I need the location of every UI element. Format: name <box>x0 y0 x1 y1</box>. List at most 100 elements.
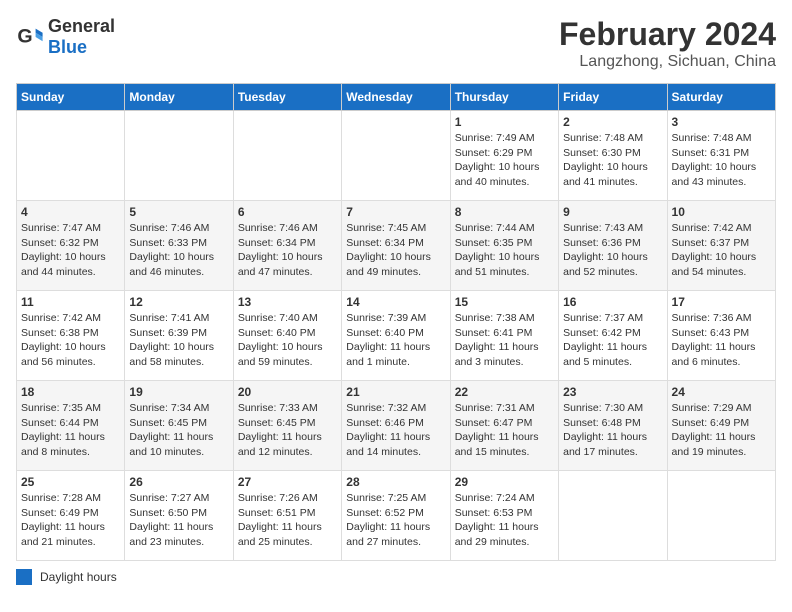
day-number: 4 <box>21 205 120 219</box>
day-info: Sunrise: 7:32 AM Sunset: 6:46 PM Dayligh… <box>346 401 445 460</box>
calendar-week-row: 11 Sunrise: 7:42 AM Sunset: 6:38 PM Dayli… <box>17 291 776 381</box>
day-info: Sunrise: 7:33 AM Sunset: 6:45 PM Dayligh… <box>238 401 337 460</box>
day-info: Sunrise: 7:34 AM Sunset: 6:45 PM Dayligh… <box>129 401 228 460</box>
day-number: 26 <box>129 475 228 489</box>
day-number: 16 <box>563 295 662 309</box>
day-info: Sunrise: 7:41 AM Sunset: 6:39 PM Dayligh… <box>129 311 228 370</box>
calendar-cell: 9Sunrise: 7:43 AM Sunset: 6:36 PM Daylig… <box>559 201 667 291</box>
calendar-cell <box>342 111 450 201</box>
calendar-cell: 1 Sunrise: 7:49 AM Sunset: 6:29 PM Daylig… <box>450 111 558 201</box>
day-number: 14 <box>346 295 445 309</box>
day-number: 27 <box>238 475 337 489</box>
day-number: 24 <box>672 385 771 399</box>
day-info: Sunrise: 7:24 AM Sunset: 6:53 PM Dayligh… <box>455 491 554 550</box>
day-info: Sunrise: 7:40 AM Sunset: 6:40 PM Dayligh… <box>238 311 337 370</box>
day-info: Sunrise: 7:46 AM Sunset: 6:33 PM Dayligh… <box>129 221 228 280</box>
day-info: Sunrise: 7:39 AM Sunset: 6:40 PM Dayligh… <box>346 311 445 370</box>
weekday-header: Sunday <box>17 84 125 111</box>
day-number: 23 <box>563 385 662 399</box>
main-title: February 2024 <box>559 16 776 53</box>
weekday-header: Friday <box>559 84 667 111</box>
calendar-cell: 18Sunrise: 7:35 AM Sunset: 6:44 PM Dayli… <box>17 381 125 471</box>
day-number: 15 <box>455 295 554 309</box>
day-info: Sunrise: 7:49 AM Sunset: 6:29 PM Dayligh… <box>455 131 554 190</box>
day-info: Sunrise: 7:31 AM Sunset: 6:47 PM Dayligh… <box>455 401 554 460</box>
day-number: 28 <box>346 475 445 489</box>
logo-blue: Blue <box>48 37 87 57</box>
day-number: 7 <box>346 205 445 219</box>
daylight-bar-icon <box>16 569 32 585</box>
calendar-cell: 27Sunrise: 7:26 AM Sunset: 6:51 PM Dayli… <box>233 471 341 561</box>
calendar-cell: 8 Sunrise: 7:44 AM Sunset: 6:35 PM Daylig… <box>450 201 558 291</box>
calendar-cell: 13Sunrise: 7:40 AM Sunset: 6:40 PM Dayli… <box>233 291 341 381</box>
calendar-cell <box>667 471 775 561</box>
logo: G General Blue <box>16 16 115 58</box>
title-area: February 2024 Langzhong, Sichuan, China <box>559 16 776 71</box>
day-number: 5 <box>129 205 228 219</box>
weekday-header: Saturday <box>667 84 775 111</box>
day-number: 2 <box>563 115 662 129</box>
calendar-table: SundayMondayTuesdayWednesdayThursdayFrid… <box>16 83 776 561</box>
calendar-cell: 6 Sunrise: 7:46 AM Sunset: 6:34 PM Daylig… <box>233 201 341 291</box>
calendar-cell: 25 Sunrise: 7:28 AM Sunset: 6:49 PM Dayli… <box>17 471 125 561</box>
calendar-cell: 21Sunrise: 7:32 AM Sunset: 6:46 PM Dayli… <box>342 381 450 471</box>
day-number: 19 <box>129 385 228 399</box>
day-number: 1 <box>455 115 554 129</box>
calendar-cell: 14 Sunrise: 7:39 AM Sunset: 6:40 PM Dayli… <box>342 291 450 381</box>
day-number: 20 <box>238 385 337 399</box>
calendar-cell: 22 Sunrise: 7:31 AM Sunset: 6:47 PM Dayli… <box>450 381 558 471</box>
day-number: 12 <box>129 295 228 309</box>
weekday-header: Tuesday <box>233 84 341 111</box>
header: G General Blue February 2024 Langzhong, … <box>16 16 776 71</box>
day-info: Sunrise: 7:30 AM Sunset: 6:48 PM Dayligh… <box>563 401 662 460</box>
daylight-label: Daylight hours <box>40 570 117 584</box>
calendar-cell: 3 Sunrise: 7:48 AM Sunset: 6:31 PM Daylig… <box>667 111 775 201</box>
calendar-cell: 16 Sunrise: 7:37 AM Sunset: 6:42 PM Dayli… <box>559 291 667 381</box>
day-number: 25 <box>21 475 120 489</box>
day-number: 8 <box>455 205 554 219</box>
day-info: Sunrise: 7:47 AM Sunset: 6:32 PM Dayligh… <box>21 221 120 280</box>
day-info: Sunrise: 7:25 AM Sunset: 6:52 PM Dayligh… <box>346 491 445 550</box>
day-info: Sunrise: 7:35 AM Sunset: 6:44 PM Dayligh… <box>21 401 120 460</box>
calendar-cell: 4 Sunrise: 7:47 AM Sunset: 6:32 PM Daylig… <box>17 201 125 291</box>
day-number: 6 <box>238 205 337 219</box>
day-info: Sunrise: 7:48 AM Sunset: 6:30 PM Dayligh… <box>563 131 662 190</box>
weekday-header: Wednesday <box>342 84 450 111</box>
weekday-header: Thursday <box>450 84 558 111</box>
calendar-cell: 11 Sunrise: 7:42 AM Sunset: 6:38 PM Dayli… <box>17 291 125 381</box>
day-info: Sunrise: 7:28 AM Sunset: 6:49 PM Dayligh… <box>21 491 120 550</box>
calendar-cell: 19 Sunrise: 7:34 AM Sunset: 6:45 PM Dayli… <box>125 381 233 471</box>
weekday-header: Monday <box>125 84 233 111</box>
day-info: Sunrise: 7:29 AM Sunset: 6:49 PM Dayligh… <box>672 401 771 460</box>
day-info: Sunrise: 7:48 AM Sunset: 6:31 PM Dayligh… <box>672 131 771 190</box>
calendar-week-row: 25 Sunrise: 7:28 AM Sunset: 6:49 PM Dayli… <box>17 471 776 561</box>
calendar-week-row: 4 Sunrise: 7:47 AM Sunset: 6:32 PM Daylig… <box>17 201 776 291</box>
day-info: Sunrise: 7:37 AM Sunset: 6:42 PM Dayligh… <box>563 311 662 370</box>
sub-title: Langzhong, Sichuan, China <box>559 53 776 71</box>
calendar-cell <box>559 471 667 561</box>
day-number: 11 <box>21 295 120 309</box>
day-info: Sunrise: 7:46 AM Sunset: 6:34 PM Dayligh… <box>238 221 337 280</box>
day-info: Sunrise: 7:44 AM Sunset: 6:35 PM Dayligh… <box>455 221 554 280</box>
calendar-cell: 5 Sunrise: 7:46 AM Sunset: 6:33 PM Daylig… <box>125 201 233 291</box>
calendar-cell: 23 Sunrise: 7:30 AM Sunset: 6:48 PM Dayli… <box>559 381 667 471</box>
calendar-cell: 26Sunrise: 7:27 AM Sunset: 6:50 PM Dayli… <box>125 471 233 561</box>
calendar-cell: 10Sunrise: 7:42 AM Sunset: 6:37 PM Dayli… <box>667 201 775 291</box>
calendar-cell <box>125 111 233 201</box>
logo-icon: G <box>16 23 44 51</box>
day-number: 29 <box>455 475 554 489</box>
calendar-cell <box>233 111 341 201</box>
day-number: 10 <box>672 205 771 219</box>
calendar-week-row: 1 Sunrise: 7:49 AM Sunset: 6:29 PM Daylig… <box>17 111 776 201</box>
day-info: Sunrise: 7:38 AM Sunset: 6:41 PM Dayligh… <box>455 311 554 370</box>
day-number: 22 <box>455 385 554 399</box>
calendar-cell: 24 Sunrise: 7:29 AM Sunset: 6:49 PM Dayli… <box>667 381 775 471</box>
calendar-cell: 20 Sunrise: 7:33 AM Sunset: 6:45 PM Dayli… <box>233 381 341 471</box>
footer: Daylight hours <box>16 569 776 585</box>
day-number: 3 <box>672 115 771 129</box>
day-info: Sunrise: 7:43 AM Sunset: 6:36 PM Dayligh… <box>563 221 662 280</box>
calendar-cell: 12 Sunrise: 7:41 AM Sunset: 6:39 PM Dayli… <box>125 291 233 381</box>
calendar-cell: 28 Sunrise: 7:25 AM Sunset: 6:52 PM Dayli… <box>342 471 450 561</box>
calendar-cell: 15 Sunrise: 7:38 AM Sunset: 6:41 PM Dayli… <box>450 291 558 381</box>
day-info: Sunrise: 7:42 AM Sunset: 6:38 PM Dayligh… <box>21 311 120 370</box>
